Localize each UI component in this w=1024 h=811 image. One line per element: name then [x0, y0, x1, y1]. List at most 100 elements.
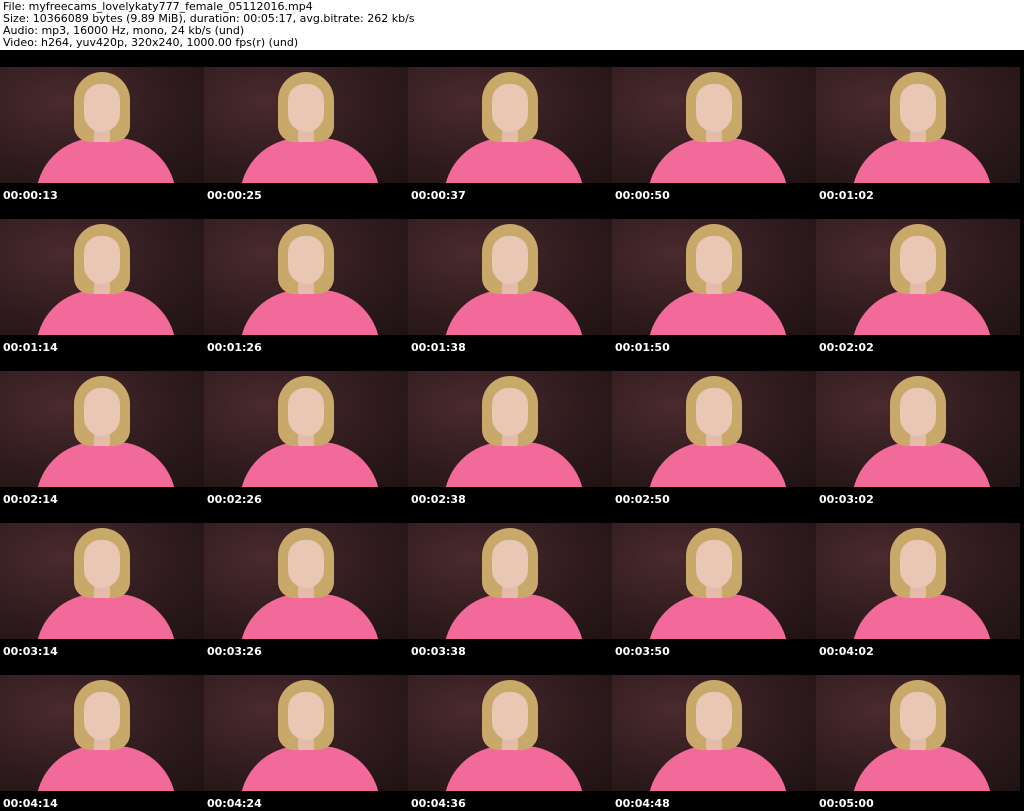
video-frame-thumbnail [816, 506, 1020, 639]
thumbnail-cell: 00:02:02 [816, 202, 1020, 354]
thumbnail-cell: 00:00:25 [204, 50, 408, 202]
video-frame-thumbnail [0, 202, 204, 335]
video-frame-thumbnail [204, 50, 408, 183]
thumbnail-cell: 00:01:38 [408, 202, 612, 354]
frame-letterbox-top [816, 50, 1020, 67]
thumbnail-cell: 00:01:14 [0, 202, 204, 354]
frame-letterbox-top [408, 354, 612, 371]
timestamp-label: 00:03:02 [819, 493, 874, 506]
video-frame-thumbnail [204, 202, 408, 335]
thumbnail-cell: 00:05:00 [816, 658, 1020, 810]
timestamp-label: 00:00:25 [207, 189, 262, 202]
frame-letterbox-top [0, 202, 204, 219]
frame-letterbox-top [816, 506, 1020, 523]
thumbnail-cell: 00:03:02 [816, 354, 1020, 506]
video-frame-thumbnail [0, 50, 204, 183]
frame-letterbox-top [612, 658, 816, 675]
frame-face [900, 84, 936, 132]
frame-letterbox-top [0, 354, 204, 371]
video-frame-thumbnail [408, 202, 612, 335]
frame-face [900, 388, 936, 436]
frame-letterbox-top [816, 354, 1020, 371]
thumbnail-cell: 00:00:50 [612, 50, 816, 202]
timestamp-label: 00:04:02 [819, 645, 874, 658]
frame-letterbox-top [816, 658, 1020, 675]
timestamp-label: 00:03:14 [3, 645, 58, 658]
frame-letterbox-top [408, 202, 612, 219]
frame-face [900, 540, 936, 588]
timestamp-label: 00:04:36 [411, 797, 466, 810]
timestamp-label: 00:03:26 [207, 645, 262, 658]
thumbnail-cell: 00:00:13 [0, 50, 204, 202]
frame-face [84, 540, 120, 588]
frame-face [288, 692, 324, 740]
frame-letterbox-top [204, 202, 408, 219]
thumbnail-cell: 00:00:37 [408, 50, 612, 202]
frame-face [492, 692, 528, 740]
frame-letterbox-top [612, 354, 816, 371]
thumbnail-cell: 00:03:26 [204, 506, 408, 658]
thumbnail-cell: 00:03:38 [408, 506, 612, 658]
frame-face [900, 236, 936, 284]
frame-letterbox-top [408, 50, 612, 67]
thumbnail-cell: 00:01:02 [816, 50, 1020, 202]
video-frame-thumbnail [204, 506, 408, 639]
frame-letterbox-top [612, 506, 816, 523]
frame-letterbox-top [612, 50, 816, 67]
timestamp-label: 00:04:48 [615, 797, 670, 810]
frame-face [492, 540, 528, 588]
video-frame-thumbnail [0, 506, 204, 639]
video-frame-thumbnail [816, 50, 1020, 183]
thumbnail-cell: 00:04:24 [204, 658, 408, 810]
timestamp-label: 00:00:37 [411, 189, 466, 202]
info-header: File: myfreecams_lovelykaty777_female_05… [0, 0, 1024, 50]
frame-letterbox-top [0, 658, 204, 675]
timestamp-label: 00:01:50 [615, 341, 670, 354]
frame-letterbox-top [0, 506, 204, 523]
video-frame-thumbnail [612, 354, 816, 487]
timestamp-label: 00:01:38 [411, 341, 466, 354]
thumbnail-cell: 00:01:50 [612, 202, 816, 354]
timestamp-label: 00:01:26 [207, 341, 262, 354]
frame-face [696, 692, 732, 740]
frame-face [288, 388, 324, 436]
frame-letterbox-top [612, 202, 816, 219]
frame-face [492, 388, 528, 436]
video-frame-thumbnail [612, 658, 816, 791]
video-frame-thumbnail [204, 658, 408, 791]
thumbnail-cell: 00:02:50 [612, 354, 816, 506]
frame-face [696, 84, 732, 132]
video-frame-thumbnail [0, 354, 204, 487]
frame-face [84, 236, 120, 284]
frame-letterbox-top [204, 506, 408, 523]
video-frame-thumbnail [408, 506, 612, 639]
video-frame-thumbnail [816, 354, 1020, 487]
frame-letterbox-top [408, 506, 612, 523]
frame-letterbox-top [204, 658, 408, 675]
thumbnail-cell: 00:02:14 [0, 354, 204, 506]
video-frame-thumbnail [612, 50, 816, 183]
timestamp-label: 00:02:02 [819, 341, 874, 354]
frame-face [696, 388, 732, 436]
video-frame-thumbnail [816, 202, 1020, 335]
thumbnail-cell: 00:04:02 [816, 506, 1020, 658]
frame-face [84, 84, 120, 132]
timestamp-label: 00:04:24 [207, 797, 262, 810]
frame-face [288, 84, 324, 132]
timestamp-label: 00:02:38 [411, 493, 466, 506]
video-frame-thumbnail [0, 658, 204, 791]
timestamp-label: 00:02:50 [615, 493, 670, 506]
frame-face [900, 692, 936, 740]
thumbnail-cell: 00:04:14 [0, 658, 204, 810]
frame-face [288, 236, 324, 284]
video-frame-thumbnail [204, 354, 408, 487]
video-line: Video: h264, yuv420p, 320x240, 1000.00 f… [3, 36, 299, 49]
thumbnail-cell: 00:03:14 [0, 506, 204, 658]
timestamp-label: 00:01:02 [819, 189, 874, 202]
video-frame-thumbnail [612, 506, 816, 639]
thumbnail-cell: 00:04:48 [612, 658, 816, 810]
thumbnail-grid: 00:00:13 00:00:25 00:00:37 00:00:50 00:01:02… [0, 50, 1024, 811]
timestamp-label: 00:03:50 [615, 645, 670, 658]
thumbnail-cell: 00:01:26 [204, 202, 408, 354]
frame-letterbox-top [204, 50, 408, 67]
